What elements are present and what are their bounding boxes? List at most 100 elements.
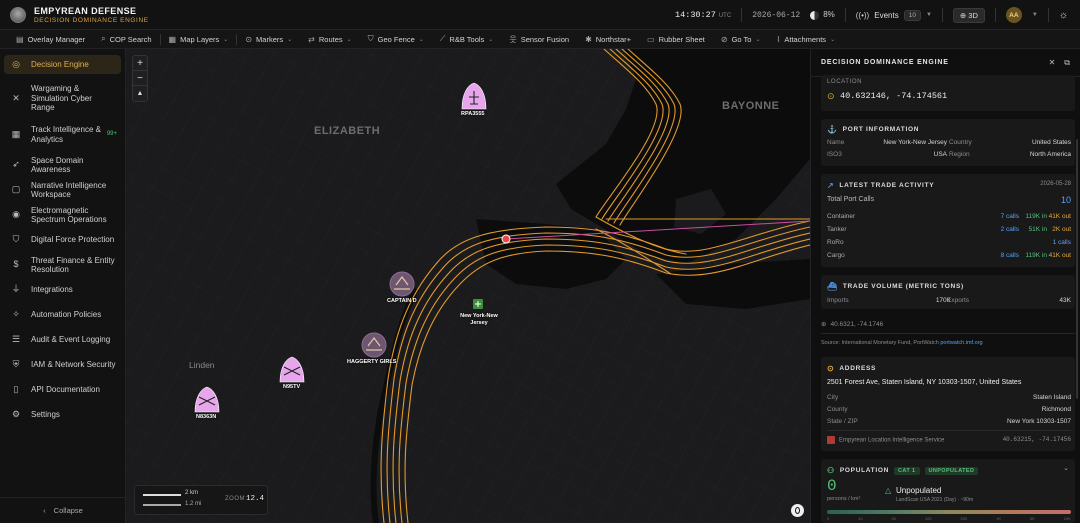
toolbar-label: Sensor Fusion (520, 34, 570, 44)
shield-check-icon: ⛨ (12, 359, 20, 370)
source-link[interactable]: portwatch.imf.org (940, 340, 982, 346)
log-icon: ☰ (11, 334, 21, 345)
field-label: County (827, 406, 848, 413)
toolbar-markers-button[interactable]: ⊙ Markers ⌄ (237, 35, 300, 44)
scale-tick: 10K (1063, 516, 1071, 521)
north-reset-button[interactable]: ▲ (133, 86, 147, 101)
toolbar-geo-fence-button[interactable]: ⛉ Geo Fence ⌄ (360, 34, 432, 44)
zoom-in-button[interactable]: + (133, 56, 147, 71)
sidebar-item-integrations[interactable]: ⏚ Integrations (4, 278, 121, 302)
port-point (501, 234, 511, 244)
sidebar-item-api-documentation[interactable]: ▯ API Documentation (4, 378, 121, 402)
brand[interactable]: EMPYREAN DEFENSE DECISION DOMINANCE ENGI… (0, 6, 300, 24)
popout-icon[interactable]: ⧉ (1064, 58, 1070, 68)
clock: 14:30:27 UTC (675, 10, 732, 20)
map-canvas[interactable]: + − ▲ ELIZABETH BAYONNE Linden RPA3555 C… (126, 49, 810, 523)
sun-icon[interactable]: ☼ (1059, 10, 1068, 21)
sidebar-item-electromagnetic-spectrum-operations[interactable]: ◉ Electromagnetic Spectrum Operations (4, 203, 121, 227)
zoom-out-button[interactable]: − (133, 71, 147, 86)
field-value: New York-New Jersey (883, 139, 947, 146)
address-title: ⊙ ADDRESS (827, 364, 877, 373)
toolbar-overlay-manager-button[interactable]: ▤ Overlay Manager (8, 35, 93, 44)
collapse-button[interactable]: ‹ Collapse (0, 497, 126, 523)
scrollbar[interactable] (1076, 139, 1078, 399)
chevron-down-icon: ▼ (925, 12, 932, 18)
field-value: Richmond (1041, 406, 1071, 413)
sidebar-item-wargaming-simulation-cyber-range[interactable]: ✕ Wargaming & Simulation Cyber Range (4, 81, 121, 116)
map-attribution-logo[interactable] (791, 504, 804, 517)
toolbar-attachments-button[interactable]: ⌇ Attachments ⌄ (768, 35, 843, 44)
marker-label[interactable]: CAPTAIN D (387, 298, 417, 304)
sidebar-item-label: Decision Engine (31, 59, 89, 69)
chevron-down-icon[interactable]: ▼ (1032, 12, 1038, 18)
toolbar-sensor-fusion-button[interactable]: 웃 Sensor Fusion (501, 34, 577, 45)
sparkle-icon: ✱ (585, 34, 592, 44)
grid-icon: ▦ (11, 128, 21, 139)
field-label: Name (827, 139, 845, 146)
plug-icon: ⏚ (11, 284, 21, 295)
trade-type: RoRo (827, 239, 844, 246)
date: 2026-06-12 (752, 10, 801, 20)
person-icon: 웃 (509, 34, 517, 44)
chevron-down-icon: ⌄ (346, 36, 352, 43)
book-icon: ▯ (13, 384, 19, 395)
track-count-badge: 99+ (106, 130, 117, 137)
view-mode-toggle[interactable]: ⊕ 3D (952, 7, 985, 23)
layers-stack-icon: ▤ (16, 34, 24, 44)
toolbar-rubber-sheet-button[interactable]: ▭ Rubber Sheet (639, 35, 713, 44)
toolbar-map-layers-button[interactable]: ▦ Map Layers ⌄ (161, 35, 237, 44)
field-label: Region (949, 151, 970, 158)
map-basemap (126, 49, 810, 523)
field-label: City (827, 394, 839, 401)
trade-imports: 119K in (1025, 213, 1047, 220)
toolbar-label: Map Layers (180, 34, 220, 44)
sidebar-item-audit-event-logging[interactable]: ☰ Audit & Event Logging (4, 328, 121, 352)
total-calls-label: Total Port Calls (827, 196, 875, 203)
city-label: ELIZABETH (314, 125, 381, 137)
sidebar-item-threat-finance-entity-resolution[interactable]: $ Threat Finance & Entity Resolution (4, 253, 121, 277)
zoom-controls: + − ▲ (132, 55, 148, 102)
location-coords[interactable]: 40.632146, -74.174561 (840, 91, 947, 101)
marker-label[interactable]: HAGGERTY GIRLS (347, 359, 396, 365)
exports-value: 43K (1059, 297, 1071, 304)
sidebar-item-decision-engine[interactable]: ◎ Decision Engine (4, 55, 121, 74)
total-calls-value: 10 (1060, 195, 1071, 205)
events-button[interactable]: ((•)) Events 10 ▼ (856, 9, 932, 21)
port-icon (473, 299, 483, 309)
avatar[interactable]: AA (1005, 7, 1022, 23)
scale-tick: 10 (858, 516, 863, 521)
sidebar-item-label: Audit & Event Logging (31, 335, 111, 345)
sidebar-item-label: Settings (31, 410, 60, 420)
toolbar-r-b-tools-button[interactable]: ⟋ R&B Tools ⌄ (432, 34, 502, 44)
panel-title: DECISION DOMINANCE ENGINE (821, 59, 949, 66)
toolbar-go-to-button[interactable]: ⊘ Go To ⌄ (713, 35, 769, 44)
sidebar-item-label: IAM & Network Security (31, 360, 116, 370)
expand-icon[interactable]: ⌄ (1063, 464, 1069, 472)
toolbar-routes-button[interactable]: ⇄ Routes ⌄ (300, 35, 360, 44)
sidebar-item-automation-policies[interactable]: ✧ Automation Policies (4, 303, 121, 327)
divider (1047, 8, 1049, 22)
compass-icon: ⊘ (720, 34, 728, 44)
address-card: ⊙ ADDRESS 2501 Forest Ave, Staten Island,… (821, 357, 1075, 451)
toolbar-northstar--button[interactable]: ✱ Northstar+ (577, 35, 639, 44)
population-unit: persons / km² (827, 496, 861, 502)
sidebar-item-iam-network-security[interactable]: ⛨ IAM & Network Security (4, 353, 121, 377)
population-scale-ticks: 0 10 50 100 500 1K 5K 10K (827, 516, 1071, 521)
sidebar-item-space-domain-awareness[interactable]: ➶ Space Domain Awareness (4, 153, 121, 177)
chevron-down-icon: ⌄ (418, 36, 424, 43)
toolbar-label: COP Search (109, 34, 152, 44)
scale-tick: 500 (960, 516, 968, 521)
sidebar-item-track-intelligence-analytics[interactable]: ▦ Track Intelligence & Analytics 99+ (4, 117, 121, 152)
close-icon[interactable]: ✕ (1049, 58, 1056, 68)
toolbar-cop-search-button[interactable]: ⌕ COP Search (93, 34, 159, 44)
divider (827, 430, 1071, 431)
address-line: 2501 Forest Ave, Staten Island, NY 10303… (827, 379, 1022, 386)
marker-label[interactable]: N8363N (196, 414, 216, 420)
marker-label[interactable]: RPA3555 (461, 111, 484, 117)
sidebar-item-narrative-intelligence-workspace[interactable]: ▢ Narrative Intelligence Workspace (4, 178, 121, 202)
port-label[interactable]: New York-New Jersey (460, 313, 498, 327)
chevron-down-icon: ⌄ (755, 36, 761, 43)
sidebar-item-digital-force-protection[interactable]: ⛉ Digital Force Protection (4, 228, 121, 252)
sidebar-item-settings[interactable]: ⚙ Settings (4, 403, 121, 427)
marker-label[interactable]: N95TV (283, 384, 300, 390)
